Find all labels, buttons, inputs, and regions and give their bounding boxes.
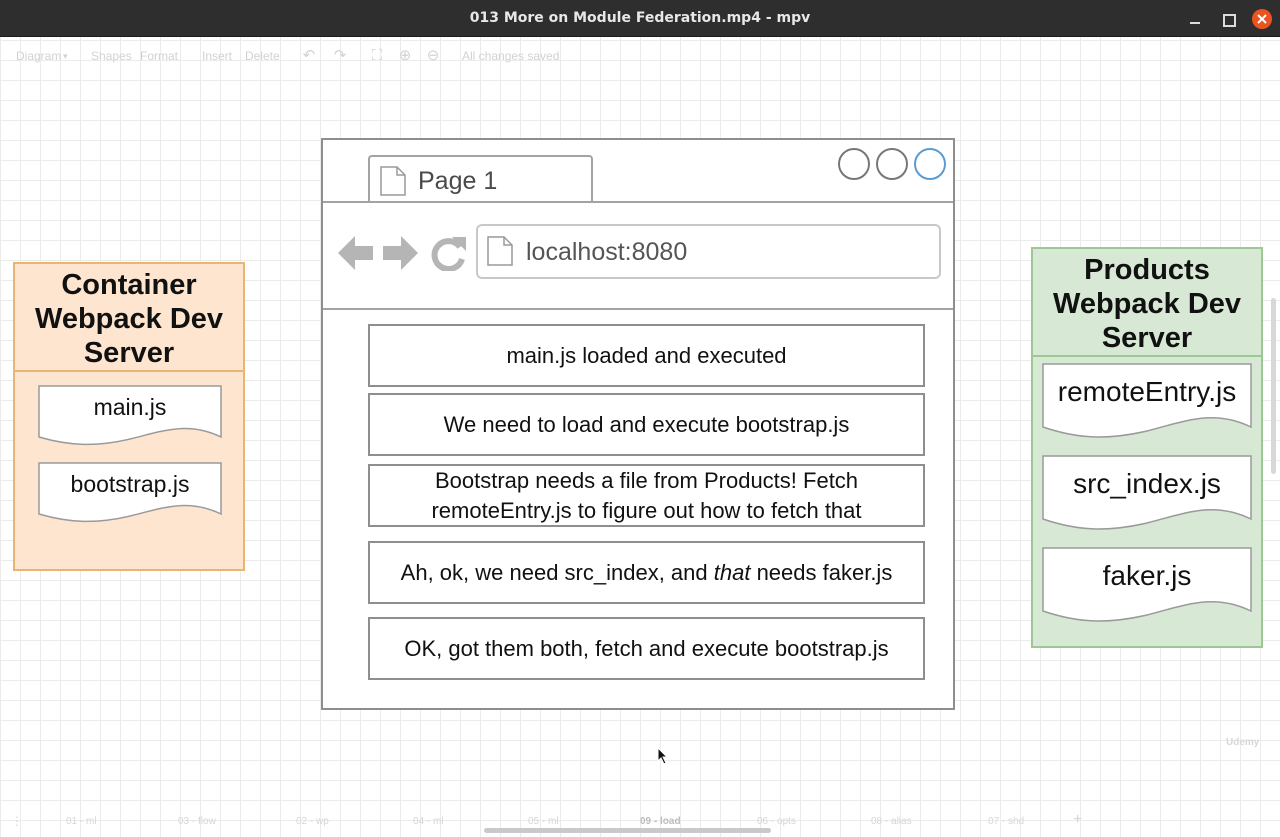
delete-button[interactable]: Delete [245, 49, 280, 63]
page-tab[interactable]: 05 - ml [528, 816, 559, 827]
tab-label: Page 1 [418, 167, 498, 195]
products-title-line2: Webpack Dev [1052, 288, 1242, 320]
step-box: main.js loaded and executed [368, 324, 925, 387]
close-button[interactable] [1252, 9, 1272, 29]
window-control-circle [914, 148, 946, 180]
diagram-menu[interactable]: Diagram [16, 49, 61, 63]
window-titlebar: 013 More on Module Federation.mp4 - mpv [0, 0, 1280, 37]
undo-icon[interactable]: ↶ [301, 48, 317, 64]
maximize-button[interactable] [1218, 9, 1238, 29]
step-box: Bootstrap needs a file from Products! Fe… [368, 464, 925, 527]
container-server-title: Container Webpack Dev Server [15, 268, 243, 370]
file-bootstrap-js: bootstrap.js [38, 462, 222, 524]
reload-icon [431, 238, 465, 271]
minimize-button[interactable] [1185, 9, 1205, 29]
browser-tab: Page 1 [368, 155, 593, 203]
zoom-in-icon[interactable]: ⊕ [397, 48, 413, 64]
page-icon [380, 166, 406, 196]
back-arrow-icon [338, 236, 373, 270]
page-tab-active[interactable]: 09 - load [640, 816, 681, 827]
pages-menu-icon[interactable]: ⋮ [11, 814, 23, 828]
window-control-circle [838, 148, 870, 180]
file-faker-js: faker.js [1042, 547, 1252, 625]
chevron-down-icon: ▾ [63, 51, 68, 61]
step-box: Ah, ok, we need src_index, and that need… [368, 541, 925, 604]
file-label: src_index.js [1073, 468, 1221, 499]
page-tab[interactable]: 08 - alias [871, 816, 912, 827]
step-text: Ah, ok, we need src_index, and [400, 559, 714, 585]
shapes-button[interactable]: Shapes [91, 49, 132, 63]
page-tab[interactable]: 06 - opts [757, 816, 796, 827]
editor-toolbar: Diagram ▾ Shapes Format Insert Delete ↶ … [0, 40, 1280, 72]
page-tab[interactable]: 03 - flow [178, 816, 216, 827]
page-tab[interactable]: 01 - ml [66, 816, 97, 827]
container-title-line2: Webpack Dev [34, 303, 224, 335]
address-url: localhost:8080 [526, 238, 688, 266]
redo-icon[interactable]: ↷ [332, 48, 348, 64]
file-src-index-js: src_index.js [1042, 455, 1252, 533]
mouse-cursor-icon [657, 747, 669, 765]
add-page-icon[interactable]: + [1073, 811, 1082, 829]
page-tabs-bar: ⋮ 01 - ml 03 - flow 02 - wp 04 - ml 05 -… [0, 808, 1280, 837]
step-text: needs faker.js [750, 559, 893, 585]
file-label: faker.js [1102, 560, 1192, 591]
udemy-watermark: Udemy [1226, 737, 1260, 748]
tab-divider [323, 201, 953, 203]
window-control-circle [876, 148, 908, 180]
zoom-out-icon[interactable]: ⊖ [425, 48, 441, 64]
fullscreen-icon[interactable]: ⛶ [369, 48, 385, 64]
products-server-title: Products Webpack Dev Server [1033, 253, 1261, 355]
products-server-box: Products Webpack Dev Server remoteEntry.… [1031, 247, 1263, 648]
page-tab[interactable]: 07 - shd [988, 816, 1024, 827]
step-box: We need to load and execute bootstrap.js [368, 393, 925, 456]
vertical-scrollbar[interactable] [1271, 298, 1276, 474]
toolbar-divider [323, 308, 953, 310]
browser-nav-icons [338, 236, 466, 271]
products-title-line1: Products [1084, 254, 1210, 286]
file-label: remoteEntry.js [1057, 376, 1237, 407]
forward-arrow-icon [383, 236, 418, 270]
container-server-box: Container Webpack Dev Server main.js boo… [13, 262, 245, 571]
file-main-js: main.js [38, 385, 222, 447]
file-label: main.js [93, 394, 167, 420]
address-bar: localhost:8080 [476, 224, 941, 279]
products-divider [1033, 355, 1261, 357]
file-remoteentry-js: remoteEntry.js [1042, 363, 1252, 441]
products-title-line3: Server [1101, 322, 1193, 354]
step-box: OK, got them both, fetch and execute boo… [368, 617, 925, 680]
save-status: All changes saved [462, 49, 560, 63]
file-label: bootstrap.js [70, 471, 190, 497]
page-tab[interactable]: 02 - wp [296, 816, 329, 827]
window-title: 013 More on Module Federation.mp4 - mpv [469, 10, 811, 26]
container-divider [15, 370, 243, 372]
insert-button[interactable]: Insert [202, 49, 232, 63]
browser-window-mockup: Page 1 localhost:8080 main.js loaded and… [321, 138, 955, 710]
container-title-line3: Server [83, 337, 175, 369]
close-icon [1257, 14, 1267, 24]
step-emphasis: that [713, 559, 751, 585]
format-button[interactable]: Format [140, 49, 178, 63]
page-tab[interactable]: 04 - ml [413, 816, 444, 827]
page-icon [487, 236, 513, 266]
container-title-line1: Container [61, 269, 197, 301]
